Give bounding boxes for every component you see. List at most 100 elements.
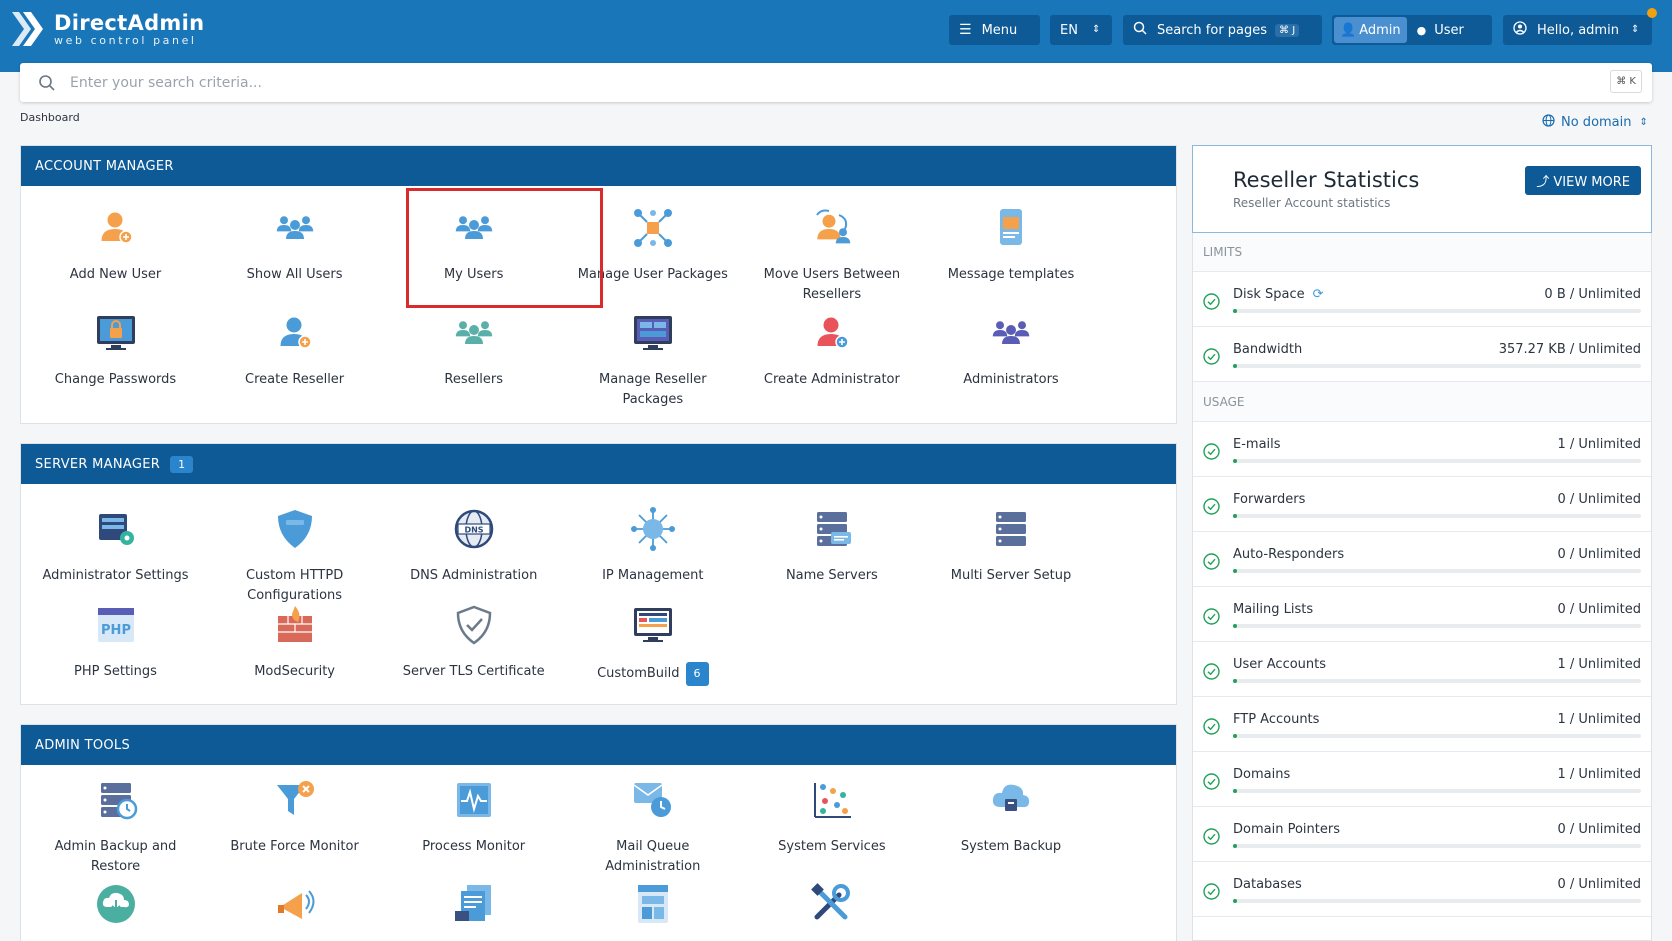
tile-move-users-between-resellers[interactable]: Move Users Between Resellers — [742, 205, 921, 305]
tile-admin-backup-and-restore[interactable]: Admin Backup and Restore — [26, 777, 205, 877]
tile-label-text: Process Monitor — [422, 839, 526, 854]
menu-button[interactable]: ☰ Menu — [949, 15, 1040, 45]
tile-label: Resellers — [384, 370, 563, 390]
role-user-toggle[interactable]: ● User — [1407, 23, 1474, 38]
refresh-icon[interactable]: ⟳ — [1313, 287, 1324, 302]
stat-value: 0 / Unlimited — [1557, 547, 1641, 562]
tile-system-services[interactable]: System Services — [742, 777, 921, 857]
administrators-group-icon — [992, 321, 1030, 344]
notification-dot[interactable] — [1647, 8, 1657, 18]
packages-network-icon — [633, 209, 672, 247]
tile-label: Name Servers — [742, 566, 921, 586]
breadcrumb[interactable]: Dashboard — [20, 111, 80, 124]
logo[interactable]: DirectAdmin web control panel — [10, 8, 204, 50]
account-menu-button[interactable]: Hello, admin ⇕ — [1503, 15, 1652, 45]
tile-label-text: System Backup — [960, 839, 1062, 854]
tile-tools[interactable] — [742, 881, 921, 927]
tile-label: Create Reseller — [205, 370, 384, 390]
tile-resellers[interactable]: Resellers — [384, 310, 563, 390]
progress-bar — [1233, 309, 1641, 313]
tile-layout-window[interactable] — [563, 881, 742, 927]
tile-name-servers[interactable]: Name Servers — [742, 506, 921, 586]
tile-multi-server-setup[interactable]: Multi Server Setup — [922, 506, 1101, 586]
search-input[interactable] — [70, 74, 1520, 91]
role-switch: 👤 Admin ● User — [1332, 15, 1492, 45]
tile-process-monitor[interactable]: Process Monitor — [384, 777, 563, 857]
custombuild-monitor-icon — [633, 608, 672, 642]
stats-subtitle: Reseller Account statistics — [1233, 196, 1391, 210]
panel-title: ACCOUNT MANAGER — [35, 158, 174, 174]
globe-icon — [1542, 114, 1555, 131]
tile-label: Process Monitor — [384, 837, 563, 857]
language-select[interactable]: EN ⇕ — [1050, 15, 1112, 45]
tile-dns-administration[interactable]: DNS DNS Administration — [384, 506, 563, 586]
check-circle-icon — [1203, 718, 1220, 735]
name-servers-icon — [816, 512, 851, 546]
tile-label-text: Change Passwords — [54, 372, 177, 387]
svg-text:DNS: DNS — [464, 526, 483, 535]
tile-ip-management[interactable]: IP Management — [563, 506, 742, 586]
stat-name: E-mails — [1233, 437, 1281, 452]
stat-row: User Accounts 1 / Unlimited — [1193, 642, 1651, 697]
stat-row: Domains 1 / Unlimited — [1193, 752, 1651, 807]
panel-header: ADMIN TOOLS — [21, 725, 1176, 765]
tile-message-templates[interactable]: Message templates — [922, 205, 1101, 285]
tile-label-text: IP Management — [602, 568, 704, 583]
tile-label-text: System Services — [778, 839, 886, 854]
stat-name-text: FTP Accounts — [1233, 712, 1320, 727]
stat-value: 0 / Unlimited — [1557, 822, 1641, 837]
process-monitor-icon — [456, 783, 491, 817]
brute-force-funnel-icon — [276, 781, 314, 815]
tile-server-tls-certificate[interactable]: Server TLS Certificate — [384, 602, 563, 682]
tile-label: Admin Backup and Restore — [26, 837, 205, 877]
reseller-statistics-panel: Reseller Statistics Reseller Account sta… — [1192, 145, 1652, 941]
server-stack-icon — [996, 512, 1026, 546]
usage-section-label: USAGE — [1193, 382, 1651, 422]
stat-name-text: Forwarders — [1233, 492, 1306, 507]
tile-label: System Backup — [922, 837, 1101, 857]
tile-label: Administrator Settings — [26, 566, 205, 586]
tile-create-administrator[interactable]: Create Administrator — [742, 310, 921, 390]
tile-administrator-settings[interactable]: Administrator Settings — [26, 506, 205, 586]
tile-label-text: Move Users Between Resellers — [763, 267, 901, 302]
hello-label: Hello, admin — [1537, 22, 1619, 38]
tile-show-all-users[interactable]: Show All Users — [205, 205, 384, 285]
tile-php-settings[interactable]: PHP PHP Settings — [26, 602, 205, 682]
tile-cloud-download[interactable] — [26, 881, 205, 927]
tile-label: PHP Settings — [26, 662, 205, 682]
tile-mail-queue-administration[interactable]: Mail Queue Administration — [563, 777, 742, 877]
tile-custom-httpd-configurations[interactable]: Custom HTTPD Configurations — [205, 506, 384, 606]
stat-value: 0 / Unlimited — [1557, 602, 1641, 617]
tile-administrators[interactable]: Administrators — [922, 310, 1101, 390]
tile-log-files[interactable] — [384, 881, 563, 927]
tile-system-backup[interactable]: System Backup — [922, 777, 1101, 857]
megaphone-icon — [277, 890, 315, 919]
tile-label: Multi Server Setup — [922, 566, 1101, 586]
tile-change-passwords[interactable]: Change Passwords — [26, 310, 205, 390]
stat-row: Forwarders 0 / Unlimited — [1193, 477, 1651, 532]
view-more-button[interactable]: ⤴ VIEW MORE — [1525, 166, 1641, 195]
resellers-group-icon — [455, 321, 492, 344]
tile-modsecurity[interactable]: ModSecurity — [205, 602, 384, 682]
backup-restore-icon — [100, 783, 137, 820]
tile-create-reseller[interactable]: Create Reseller — [205, 310, 384, 390]
tile-label-text: Brute Force Monitor — [230, 839, 359, 854]
account-manager-panel: ACCOUNT MANAGER Add New User Show All Use… — [20, 145, 1177, 424]
tile-manage-reseller-packages[interactable]: Manage Reseller Packages — [563, 310, 742, 410]
domain-selector[interactable]: No domain ⇕ — [1542, 114, 1648, 131]
tile-label: Custom HTTPD Configurations — [205, 566, 384, 606]
progress-bar — [1233, 569, 1641, 573]
brand-subtitle: web control panel — [54, 34, 197, 47]
usage-list: E-mails 1 / Unlimited Forwarders 0 / Unlimi… — [1193, 422, 1651, 917]
tile-custombuild[interactable]: CustomBuild 6 — [563, 602, 742, 686]
tile-megaphone[interactable] — [205, 881, 384, 927]
system-services-icon — [813, 783, 851, 818]
stat-row: E-mails 1 / Unlimited — [1193, 422, 1651, 477]
tile-brute-force-monitor[interactable]: Brute Force Monitor — [205, 777, 384, 857]
limits-section-label: LIMITS — [1193, 232, 1651, 272]
progress-bar — [1233, 459, 1641, 463]
role-admin-toggle[interactable]: 👤 Admin — [1334, 17, 1407, 43]
search-pages-button[interactable]: Search for pages ⌘ J — [1123, 15, 1322, 45]
tile-label: Brute Force Monitor — [205, 837, 384, 857]
tile-add-new-user[interactable]: Add New User — [26, 205, 205, 285]
